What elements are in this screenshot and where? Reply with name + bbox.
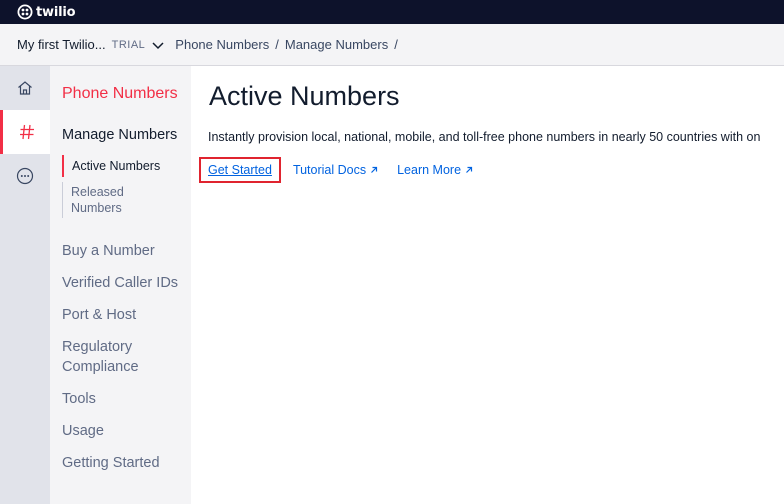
breadcrumb-bar: My first Twilio... TRIAL Phone Numbers /… bbox=[0, 24, 784, 66]
page-links: Get Started Tutorial Docs Learn More bbox=[199, 157, 473, 183]
main-content: Active Numbers Instantly provision local… bbox=[191, 66, 784, 504]
more-icon bbox=[16, 167, 34, 185]
breadcrumb-manage-numbers[interactable]: Manage Numbers bbox=[285, 37, 388, 52]
breadcrumb-separator: / bbox=[394, 37, 398, 52]
external-arrow-icon bbox=[466, 166, 473, 173]
page-title: Active Numbers bbox=[209, 81, 400, 111]
sidenav-item-regulatory-compliance[interactable]: Regulatory Compliance bbox=[62, 337, 162, 377]
sidenav-item-port-host[interactable]: Port & Host bbox=[62, 305, 136, 325]
rail-home[interactable] bbox=[0, 66, 50, 110]
external-arrow-icon bbox=[371, 166, 378, 173]
sidenav-title[interactable]: Phone Numbers bbox=[62, 85, 178, 103]
home-icon bbox=[18, 81, 32, 95]
sidenav-item-getting-started[interactable]: Getting Started bbox=[62, 453, 160, 473]
rail-phone-numbers[interactable] bbox=[0, 110, 50, 154]
chevron-down-icon[interactable] bbox=[151, 38, 165, 52]
sidenav-item-verified-caller-ids[interactable]: Verified Caller IDs bbox=[62, 273, 178, 293]
hash-icon bbox=[19, 124, 34, 140]
rail-more[interactable] bbox=[0, 154, 50, 198]
sidenav-group-manage-numbers[interactable]: Manage Numbers bbox=[62, 127, 177, 143]
learn-more-link[interactable]: Learn More bbox=[397, 163, 473, 177]
side-navigation: Phone Numbers Manage Numbers Active Numb… bbox=[50, 66, 191, 504]
sidenav-item-tools[interactable]: Tools bbox=[62, 389, 96, 409]
breadcrumb-phone-numbers[interactable]: Phone Numbers bbox=[175, 37, 269, 52]
trial-badge: TRIAL bbox=[111, 38, 146, 51]
tutorial-docs-link[interactable]: Tutorial Docs bbox=[293, 163, 378, 177]
top-bar: twilio bbox=[0, 0, 784, 24]
brand-name: twilio bbox=[36, 4, 76, 20]
sidenav-item-released-numbers[interactable]: Released Numbers bbox=[62, 182, 142, 218]
icon-rail bbox=[0, 66, 50, 504]
get-started-label: Get Started bbox=[208, 163, 272, 177]
sidenav-item-buy-a-number[interactable]: Buy a Number bbox=[62, 241, 155, 261]
breadcrumb-separator: / bbox=[275, 37, 279, 52]
sidenav-item-active-numbers[interactable]: Active Numbers bbox=[62, 155, 180, 177]
twilio-logo[interactable]: twilio bbox=[17, 4, 76, 20]
learn-more-label: Learn More bbox=[397, 163, 462, 177]
get-started-link[interactable]: Get Started bbox=[199, 157, 281, 183]
twilio-logo-icon bbox=[17, 4, 33, 20]
sidenav-item-usage[interactable]: Usage bbox=[62, 421, 104, 441]
tutorial-docs-label: Tutorial Docs bbox=[292, 163, 367, 177]
account-name[interactable]: My first Twilio... bbox=[17, 37, 106, 52]
page-description: Instantly provision local, national, mob… bbox=[208, 130, 761, 144]
